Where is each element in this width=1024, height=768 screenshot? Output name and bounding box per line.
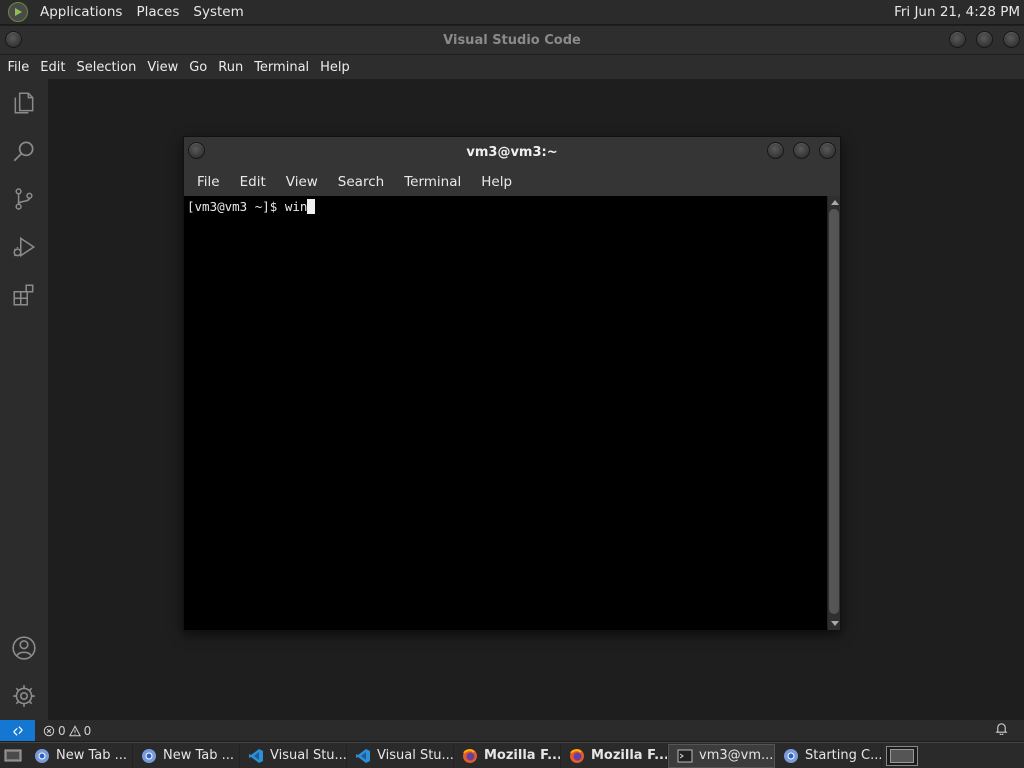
vscode-menu-bar: File Edit Selection View Go Run Terminal… (0, 55, 1024, 79)
taskbar-item-starting-chrome[interactable]: Starting C... (775, 743, 882, 768)
error-icon (43, 725, 55, 736)
terminal-scrollbar[interactable] (827, 196, 840, 630)
explorer-icon[interactable] (0, 79, 48, 127)
task-label: vm3@vm... (699, 748, 774, 763)
run-debug-icon[interactable] (0, 223, 48, 271)
terminal-screen[interactable]: [vm3@vm3 ~]$ win (184, 196, 827, 630)
menu-view[interactable]: View (142, 60, 184, 75)
task-label: Starting C... (805, 748, 882, 763)
error-count: 0 (58, 723, 66, 738)
terminal-menu-help[interactable]: Help (471, 174, 522, 190)
task-label: Mozilla F... (591, 748, 668, 763)
terminal-menu-bar: File Edit View Search Terminal Help (184, 167, 840, 196)
terminal-icon (677, 749, 693, 762)
scroll-down-arrow-icon[interactable] (831, 621, 839, 626)
terminal-close-button[interactable] (819, 142, 836, 159)
window-title: Visual Studio Code (443, 32, 581, 48)
vscode-title-bar: Visual Studio Code (0, 26, 1024, 54)
taskbar-item-chrome-newtab-2[interactable]: New Tab ... (133, 743, 240, 768)
terminal-window: vm3@vm3:~ File Edit View Search Terminal… (183, 136, 841, 631)
terminal-menu-view[interactable]: View (276, 174, 328, 190)
firefox-icon (463, 748, 477, 763)
task-label: New Tab ... (163, 748, 235, 763)
panel-menu-system[interactable]: System (186, 4, 250, 20)
applications-logo-icon[interactable] (8, 2, 28, 22)
task-label: Mozilla F... (484, 748, 561, 763)
scrollbar-thumb[interactable] (829, 209, 839, 614)
terminal-title: vm3@vm3:~ (466, 144, 558, 160)
menu-help[interactable]: Help (315, 60, 356, 75)
notifications-bell-icon[interactable] (995, 722, 1008, 739)
window-menu-button[interactable] (5, 31, 22, 48)
workspace-1[interactable] (890, 748, 914, 763)
vscode-icon (356, 748, 370, 763)
extensions-icon[interactable] (0, 271, 48, 319)
panel-clock[interactable]: Fri Jun 21, 4:28 PM (894, 4, 1020, 20)
firefox-icon (570, 748, 584, 763)
chrome-icon (35, 748, 49, 763)
menu-go[interactable]: Go (184, 60, 213, 75)
menu-edit[interactable]: Edit (35, 60, 71, 75)
taskbar-item-firefox-2[interactable]: Mozilla F... (561, 743, 668, 768)
menu-file[interactable]: File (2, 60, 35, 75)
taskbar: New Tab ... New Tab ... Visual Stu... Vi… (0, 742, 1024, 768)
chrome-icon (142, 748, 156, 763)
task-label: Visual Stu... (377, 748, 454, 763)
terminal-cursor (307, 199, 316, 214)
menu-terminal[interactable]: Terminal (249, 60, 315, 75)
settings-gear-icon[interactable] (0, 672, 48, 720)
minimize-button[interactable] (949, 31, 966, 48)
taskbar-item-chrome-newtab-1[interactable]: New Tab ... (26, 743, 133, 768)
terminal-menu-terminal[interactable]: Terminal (394, 174, 471, 190)
status-bar: 0 0 (0, 720, 1024, 741)
terminal-maximize-button[interactable] (793, 142, 810, 159)
top-panel: Applications Places System Fri Jun 21, 4… (0, 0, 1024, 25)
close-button[interactable] (1003, 31, 1020, 48)
terminal-minimize-button[interactable] (767, 142, 784, 159)
panel-menu-places[interactable]: Places (129, 4, 186, 20)
task-label: New Tab ... (56, 748, 128, 763)
taskbar-item-vscode-1[interactable]: Visual Stu... (240, 743, 347, 768)
warning-count: 0 (83, 723, 92, 738)
activity-bar (0, 79, 48, 720)
terminal-menu-file[interactable]: File (187, 174, 230, 190)
terminal-menu-search[interactable]: Search (328, 174, 394, 190)
remote-indicator-icon[interactable] (0, 720, 35, 741)
task-label: Visual Stu... (270, 748, 347, 763)
workspace-switcher[interactable] (886, 745, 918, 766)
taskbar-item-firefox-1[interactable]: Mozilla F... (454, 743, 561, 768)
terminal-menu-edit[interactable]: Edit (230, 174, 276, 190)
maximize-button[interactable] (976, 31, 993, 48)
show-desktop-icon[interactable] (0, 744, 26, 768)
source-control-icon[interactable] (0, 175, 48, 223)
search-icon[interactable] (0, 127, 48, 175)
taskbar-item-vscode-2[interactable]: Visual Stu... (347, 743, 454, 768)
menu-selection[interactable]: Selection (71, 60, 142, 75)
menu-run[interactable]: Run (213, 60, 249, 75)
terminal-window-menu-button[interactable] (188, 142, 205, 159)
terminal-input[interactable]: win (285, 199, 308, 214)
account-icon[interactable] (0, 624, 48, 672)
vscode-icon (249, 748, 263, 763)
terminal-title-bar[interactable]: vm3@vm3:~ (184, 137, 840, 167)
scroll-up-arrow-icon[interactable] (831, 200, 839, 205)
terminal-prompt: [vm3@vm3 ~]$ (187, 199, 285, 214)
warning-icon (68, 724, 81, 736)
problems-indicator[interactable]: 0 0 (43, 724, 91, 738)
panel-menu-applications[interactable]: Applications (33, 4, 129, 20)
taskbar-item-terminal[interactable]: vm3@vm... (668, 743, 775, 768)
chrome-icon (784, 748, 798, 763)
